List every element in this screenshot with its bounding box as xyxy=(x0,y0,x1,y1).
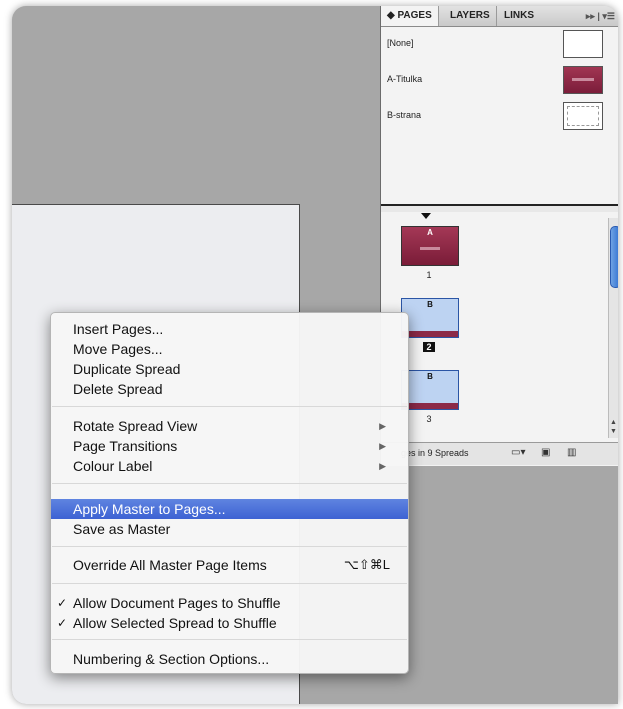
master-thumbnail xyxy=(563,30,603,58)
page-thumbnail-3[interactable]: B xyxy=(401,370,459,410)
menu-separator xyxy=(52,583,407,584)
menu-item-insert-pages[interactable]: Insert Pages... xyxy=(51,319,408,339)
new-page-icon[interactable]: ▣ xyxy=(541,447,550,458)
pages-scrollbar[interactable]: ▲ ▼ xyxy=(608,218,618,438)
menu-item-delete-spread[interactable]: Delete Spread xyxy=(51,379,408,399)
page-number: 1 xyxy=(426,270,432,280)
panel-menu-icon[interactable]: ▸▸ | ▾☰ xyxy=(586,6,615,26)
menu-item-numbering-section[interactable]: Numbering & Section Options... xyxy=(51,649,408,669)
context-menu: Insert Pages... Move Pages... Duplicate … xyxy=(50,312,409,674)
master-label: [None] xyxy=(387,38,414,48)
tab-layers[interactable]: LAYERS xyxy=(444,6,497,26)
menu-item-save-as-master[interactable]: Save as Master xyxy=(51,519,408,539)
master-thumbnail xyxy=(563,66,603,94)
trash-icon[interactable]: ▥ xyxy=(567,447,576,458)
page-thumbnail-1[interactable]: A xyxy=(401,226,459,266)
menu-item-move-pages[interactable]: Move Pages... xyxy=(51,339,408,359)
tab-pages[interactable]: ◆ PAGES xyxy=(381,6,439,26)
menu-separator xyxy=(52,406,407,407)
menu-item-duplicate-spread[interactable]: Duplicate Spread xyxy=(51,359,408,379)
scrollbar-thumb[interactable] xyxy=(610,226,618,288)
page-thumbnail-2[interactable]: B xyxy=(401,298,459,338)
submenu-arrow-icon: ▶ xyxy=(379,441,386,451)
menu-item-colour-label[interactable]: Colour Label ▶ xyxy=(51,456,408,476)
panel-statusbar: ges in 9 Spreads ▭▾ ▣ ▥ xyxy=(381,442,618,465)
page-list: A 1 B 2 B 3 xyxy=(381,218,609,438)
menu-item-page-transitions[interactable]: Page Transitions ▶ xyxy=(51,436,408,456)
menu-separator xyxy=(52,483,407,484)
master-label: B-strana xyxy=(387,110,422,120)
master-thumbnail xyxy=(563,102,603,130)
page-number-selected: 2 xyxy=(401,342,457,352)
page-size-icon[interactable]: ▭▾ xyxy=(511,447,525,458)
panel-splitter[interactable] xyxy=(381,204,618,212)
submenu-arrow-icon: ▶ xyxy=(379,461,386,471)
menu-item-apply-master[interactable]: Apply Master to Pages... xyxy=(51,499,408,519)
master-item-b-strana[interactable]: B-strana xyxy=(381,100,618,134)
panel-tabs: ◆ PAGES LAYERS LINKS ▸▸ | ▾☰ xyxy=(381,6,618,27)
shortcut-label: ⌥⇧⌘L xyxy=(343,557,390,572)
pages-panel: ◆ PAGES LAYERS LINKS ▸▸ | ▾☰ [None] A-Ti… xyxy=(380,6,618,466)
checkmark-icon: ✓ xyxy=(57,596,68,610)
master-label: A-Titulka xyxy=(387,74,423,84)
menu-item-override-master-items[interactable]: Override All Master Page Items ⌥⇧⌘L xyxy=(51,555,408,575)
menu-item-allow-document-shuffle[interactable]: ✓ Allow Document Pages to Shuffle xyxy=(51,593,408,613)
master-item-none[interactable]: [None] xyxy=(381,28,618,62)
tab-links[interactable]: LINKS xyxy=(498,6,540,26)
page-number: 3 xyxy=(426,414,432,424)
menu-item-allow-spread-shuffle[interactable]: ✓ Allow Selected Spread to Shuffle xyxy=(51,613,408,633)
checkmark-icon: ✓ xyxy=(57,616,68,630)
menu-separator xyxy=(52,546,407,547)
page-count-status: ges in 9 Spreads xyxy=(401,448,469,458)
menu-item-rotate-spread-view[interactable]: Rotate Spread View ▶ xyxy=(51,416,408,436)
menu-separator xyxy=(52,639,407,640)
scroll-arrows-icon[interactable]: ▲ ▼ xyxy=(610,418,617,436)
master-item-a-titulka[interactable]: A-Titulka xyxy=(381,64,618,98)
submenu-arrow-icon: ▶ xyxy=(379,421,386,431)
